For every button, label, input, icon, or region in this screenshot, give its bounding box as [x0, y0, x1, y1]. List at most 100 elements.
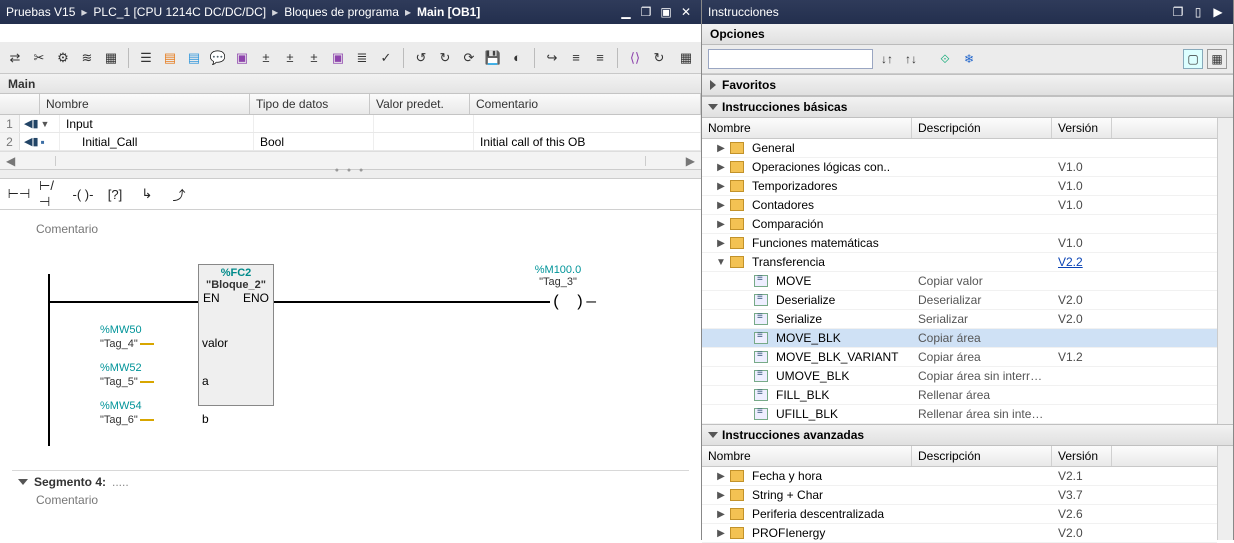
network-comment[interactable]: Comentario	[36, 493, 689, 507]
expander-icon[interactable]: ▶	[716, 528, 726, 539]
col-name[interactable]: Nombre	[40, 94, 250, 114]
function-block[interactable]: %FC2 "Bloque_2" EN ENO	[198, 264, 274, 406]
tool-icon[interactable]: ▣	[231, 47, 253, 69]
scroll-left-icon[interactable]: ◀	[6, 154, 15, 168]
tool-icon[interactable]: ↪	[541, 47, 563, 69]
tree-row[interactable]: FILL_BLKRellenar área	[702, 386, 1217, 405]
tool-icon[interactable]: ✓	[375, 47, 397, 69]
tool-icon[interactable]: ↺	[410, 47, 432, 69]
contact-no-icon[interactable]: ⊢⊣	[6, 183, 32, 205]
basic-tree[interactable]: ▶General▶Operaciones lógicas con..V1.0▶T…	[702, 139, 1217, 424]
tool-icon[interactable]: ⚙	[52, 47, 74, 69]
search-input[interactable]	[708, 49, 873, 69]
crumb-2[interactable]: Bloques de programa	[284, 5, 399, 19]
crumb-3[interactable]: Main [OB1]	[417, 5, 480, 19]
tree-col-ver[interactable]: Versión	[1052, 118, 1112, 138]
branch-close-icon[interactable]: ⤴	[166, 183, 192, 205]
var-name[interactable]: Input	[60, 115, 254, 132]
tree-row[interactable]: ▶Periferia descentralizadaV2.6	[702, 505, 1217, 524]
tree-row[interactable]: ▶TemporizadoresV1.0	[702, 177, 1217, 196]
tool-icon[interactable]: ▦	[675, 47, 697, 69]
tool-icon[interactable]: ⇄	[4, 47, 26, 69]
branch-open-icon[interactable]: ↳	[134, 183, 160, 205]
tree-col-name[interactable]: Nombre	[702, 446, 912, 466]
tree-row[interactable]: UFILL_BLKRellenar área sin interru..	[702, 405, 1217, 424]
tree-row[interactable]: MOVECopiar valor	[702, 272, 1217, 291]
tool-icon[interactable]: ≋	[76, 47, 98, 69]
crumb-0[interactable]: Pruebas V15	[6, 5, 75, 19]
crumb-1[interactable]: PLC_1 [CPU 1214C DC/DC/DC]	[93, 5, 266, 19]
tool-icon[interactable]: ±	[303, 47, 325, 69]
expand-icon[interactable]: ▼	[41, 119, 50, 129]
fb-param[interactable]: %MW50 "Tag_4"valor	[100, 324, 156, 350]
var-default[interactable]	[374, 133, 474, 150]
tool-icon[interactable]: ≣	[351, 47, 373, 69]
tree-row[interactable]: ▶Funciones matemáticasV1.0	[702, 234, 1217, 253]
var-default[interactable]	[374, 115, 474, 132]
tool-icon[interactable]: ↻	[434, 47, 456, 69]
filter-icon[interactable]: ⟐	[935, 49, 955, 69]
v-scrollbar[interactable]	[1217, 446, 1233, 540]
tree-row[interactable]: ▶String + CharV3.7	[702, 486, 1217, 505]
fb-param[interactable]: %MW54 "Tag_6"b	[100, 400, 156, 426]
tree-col-desc[interactable]: Descripción	[912, 118, 1052, 138]
var-name[interactable]: Initial_Call	[60, 133, 254, 150]
options-header[interactable]: Opciones	[702, 24, 1233, 45]
tool-icon[interactable]: 💾	[482, 47, 504, 69]
expander-icon[interactable]: ▶	[716, 219, 726, 230]
tree-row[interactable]: ▶ContadoresV1.0	[702, 196, 1217, 215]
expander-icon[interactable]: ▶	[716, 238, 726, 249]
tree-row[interactable]: DeserializeDeserializarV2.0	[702, 291, 1217, 310]
tool-icon[interactable]: ±	[279, 47, 301, 69]
expander-icon[interactable]: ▶	[716, 471, 726, 482]
basic-section[interactable]: Instrucciones básicas	[702, 96, 1233, 118]
tool-icon[interactable]: ▣	[327, 47, 349, 69]
coil-icon[interactable]: —( )—	[540, 293, 598, 311]
expander-icon[interactable]: ▶	[716, 490, 726, 501]
tool-icon[interactable]: ⟨⟩	[624, 47, 646, 69]
var-comment[interactable]	[474, 115, 701, 132]
tool-icon[interactable]: ☰	[135, 47, 157, 69]
coil-label[interactable]: %M100.0 "Tag_3"	[518, 264, 598, 288]
advanced-section[interactable]: Instrucciones avanzadas	[702, 424, 1233, 446]
scroll-right-icon[interactable]: ▶	[686, 154, 695, 168]
horizontal-splitter[interactable]	[0, 169, 701, 179]
tree-row[interactable]: ▶Operaciones lógicas con..V1.0	[702, 158, 1217, 177]
expander-icon[interactable]: ▶	[716, 162, 726, 173]
collapse-icon[interactable]: ▶	[1209, 4, 1227, 20]
tool-icon[interactable]: ≡	[565, 47, 587, 69]
expander-icon[interactable]: ▶	[716, 200, 726, 211]
tree-row[interactable]: SerializeSerializarV2.0	[702, 310, 1217, 329]
tool-icon[interactable]: ▤	[183, 47, 205, 69]
sort-desc-icon[interactable]: ↑↓	[901, 49, 921, 69]
tool-icon[interactable]: ▦	[100, 47, 122, 69]
tool-icon[interactable]: ▤	[159, 47, 181, 69]
tool-icon[interactable]: ✂	[28, 47, 50, 69]
chevron-down-icon[interactable]	[18, 479, 28, 485]
var-type[interactable]	[254, 115, 374, 132]
tool-icon[interactable]: ≡	[589, 47, 611, 69]
col-default[interactable]: Valor predet.	[370, 94, 470, 114]
tool-icon[interactable]: ◐	[506, 47, 528, 69]
tree-row[interactable]: MOVE_BLK_VARIANTCopiar áreaV1.2	[702, 348, 1217, 367]
var-comment[interactable]: Initial call of this OB	[474, 133, 701, 150]
col-comment[interactable]: Comentario	[470, 94, 701, 114]
box-icon[interactable]: [?]	[102, 183, 128, 205]
tree-row[interactable]: MOVE_BLKCopiar área	[702, 329, 1217, 348]
version-link[interactable]: V2.2	[1058, 255, 1083, 269]
dock-icon[interactable]: ❐	[1169, 4, 1187, 20]
tree-row[interactable]: UMOVE_BLKCopiar área sin interrup..	[702, 367, 1217, 386]
tree-col-desc[interactable]: Descripción	[912, 446, 1052, 466]
favorites-section[interactable]: Favoritos	[702, 74, 1233, 96]
tool-icon[interactable]: 💬	[207, 47, 229, 69]
tree-col-name[interactable]: Nombre	[702, 118, 912, 138]
tree-row[interactable]: ▶General	[702, 139, 1217, 158]
var-type[interactable]: Bool	[254, 133, 374, 150]
tree-col-ver[interactable]: Versión	[1052, 446, 1112, 466]
expander-icon[interactable]: ▶	[716, 181, 726, 192]
close-icon[interactable]: ✕	[677, 4, 695, 20]
view-icon[interactable]: ▢	[1183, 49, 1203, 69]
pin-icon[interactable]: ▯	[1189, 4, 1207, 20]
view-grid-icon[interactable]: ▦	[1207, 49, 1227, 69]
sort-asc-icon[interactable]: ↓↑	[877, 49, 897, 69]
